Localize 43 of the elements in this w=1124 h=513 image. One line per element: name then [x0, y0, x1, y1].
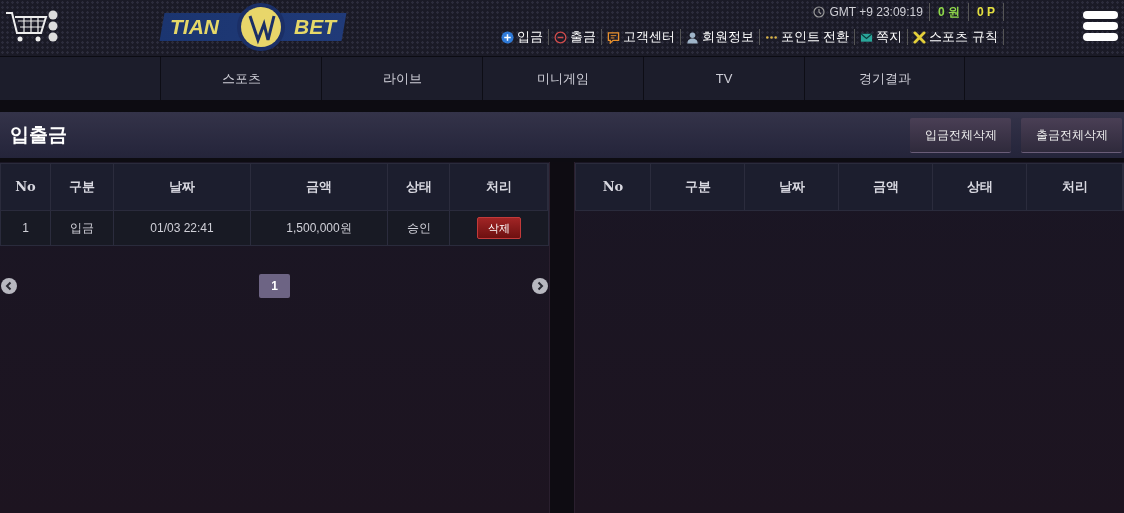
- points-text: 0 P: [969, 3, 1004, 21]
- column-header: 구분: [51, 164, 114, 210]
- column-header: No: [576, 164, 651, 210]
- table-cell: 승인: [388, 211, 450, 245]
- minus-icon: [553, 30, 567, 44]
- delete-button[interactable]: 삭제: [477, 217, 521, 239]
- logo-text: BET: [294, 14, 336, 41]
- table-cell: 입금: [51, 211, 114, 245]
- column-header: 처리: [450, 164, 548, 210]
- chat-icon: [606, 30, 620, 44]
- column-header: 처리: [1027, 164, 1123, 210]
- column-header: 금액: [839, 164, 933, 210]
- clock-text: GMT +9 23:09:19: [829, 3, 930, 21]
- table-cell: 1,500,000원: [251, 211, 388, 245]
- header-link[interactable]: 스포츠 규칙: [908, 29, 1004, 45]
- menu-icon[interactable]: [1083, 11, 1118, 41]
- header-link[interactable]: 쪽지: [855, 29, 909, 45]
- page-title: 입출금: [10, 122, 67, 147]
- page-button[interactable]: 1: [259, 274, 290, 298]
- plus-icon: [500, 30, 514, 44]
- header-link[interactable]: 입금: [495, 29, 549, 45]
- logo-emblem-icon: [236, 2, 286, 52]
- delete-all-button[interactable]: 출금전체삭제: [1021, 118, 1122, 152]
- header-link[interactable]: 고객센터: [601, 29, 681, 45]
- clock-icon: [813, 6, 826, 18]
- column-header: 날짜: [114, 164, 251, 210]
- column-header: 날짜: [745, 164, 839, 210]
- column-header: 상태: [388, 164, 450, 210]
- column-header: 구분: [651, 164, 745, 210]
- table-cell: 01/03 22:41: [114, 211, 251, 245]
- column-header: 금액: [251, 164, 388, 210]
- logo-text: TIAN: [170, 14, 221, 41]
- crossed-bats-icon: [913, 30, 927, 44]
- column-header: No: [1, 164, 51, 210]
- header-link[interactable]: 회원정보: [680, 29, 760, 45]
- balance-text: 0 원: [929, 3, 969, 21]
- table-cell: 1: [1, 211, 51, 245]
- header-link[interactable]: 포인트 전환: [759, 29, 856, 45]
- header-link[interactable]: 출금: [548, 29, 602, 45]
- user-icon: [685, 30, 699, 44]
- mail-icon: [860, 30, 874, 44]
- column-header: 상태: [933, 164, 1027, 210]
- delete-all-button[interactable]: 입금전체삭제: [910, 118, 1011, 152]
